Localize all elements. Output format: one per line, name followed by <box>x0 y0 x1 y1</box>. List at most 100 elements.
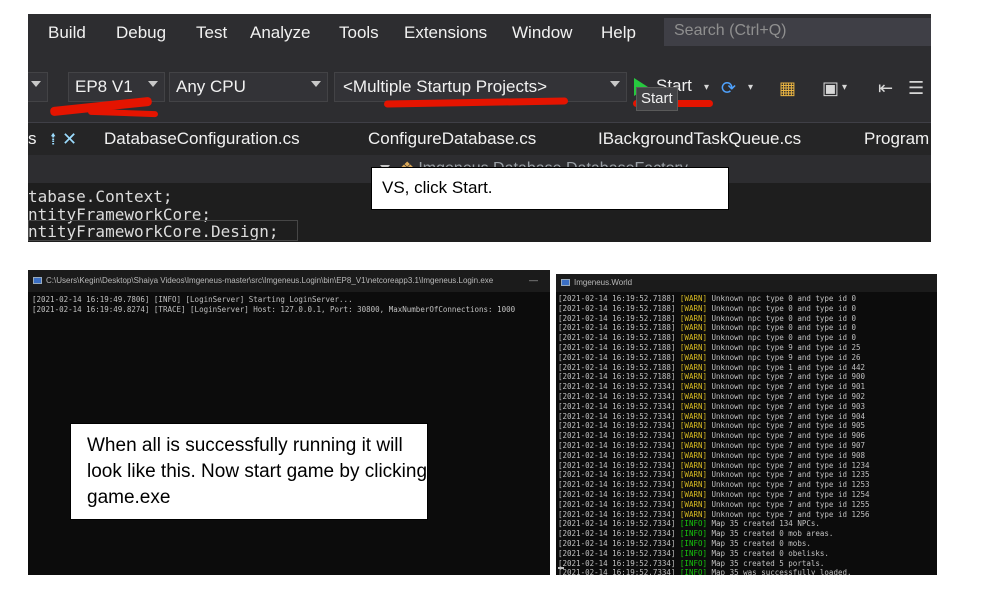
log-message: Unknown npc type 7 and type id 908 <box>711 450 866 460</box>
log-line: [2021-02-14 16:19:52.7334] [WARN] Unknow… <box>558 480 870 490</box>
log-message: Unknown npc type 7 and type id 1256 <box>711 509 870 519</box>
platform-dropdown[interactable]: Any CPU <box>169 72 328 102</box>
folder-icon[interactable]: ▦ <box>779 78 796 99</box>
log-timestamp: [2021-02-14 16:19:52.7334] <box>558 509 676 519</box>
log-line: [2021-02-14 16:19:52.7334] [WARN] Unknow… <box>558 470 870 480</box>
tab-databaseconfiguration[interactable]: DatabaseConfiguration.cs <box>104 129 300 149</box>
chevron-down-icon[interactable]: ▾ <box>704 82 709 93</box>
log-timestamp: [2021-02-14 16:19:52.7188] <box>558 323 676 333</box>
log-line: [2021-02-14 16:19:52.7188] [WARN] Unknow… <box>558 333 870 343</box>
menu-window[interactable]: Window <box>512 23 572 43</box>
log-level: [WARN] <box>679 499 708 509</box>
log-level: [INFO] <box>679 519 708 529</box>
current-line-highlight <box>28 220 298 241</box>
menu-debug[interactable]: Debug <box>116 23 166 43</box>
log-message: Unknown npc type 7 and type id 1235 <box>711 470 870 480</box>
configuration-value: EP8 V1 <box>75 77 133 96</box>
indent-icon[interactable]: ⇤ <box>878 78 893 99</box>
log-level: [INFO] <box>679 529 708 539</box>
minimize-icon[interactable]: — <box>529 275 538 285</box>
log-line: [2021-02-14 16:19:49.8274] [TRACE] [Logi… <box>32 304 516 314</box>
login-console-title: C:\Users\Kegin\Desktop\Shaiya Videos\Img… <box>46 276 494 285</box>
log-line: [2021-02-14 16:19:52.7334] [INFO] Map 35… <box>558 559 870 569</box>
startup-projects-dropdown[interactable]: <Multiple Startup Projects> <box>334 72 627 102</box>
menu-build[interactable]: Build <box>48 23 86 43</box>
log-message: Unknown npc type 7 and type id 906 <box>711 431 866 441</box>
log-message: Unknown npc type 0 and type id 0 <box>711 323 857 333</box>
log-level: [WARN] <box>679 489 708 499</box>
log-message: Unknown npc type 1 and type id 442 <box>711 362 866 372</box>
log-timestamp: [2021-02-14 16:19:52.7334] <box>558 489 676 499</box>
chevron-down-icon[interactable]: ▾ <box>748 82 753 93</box>
login-console-output: [2021-02-14 16:19:49.7806] [INFO] [Login… <box>32 295 515 315</box>
login-console-titlebar: C:\Users\Kegin\Desktop\Shaiya Videos\Img… <box>28 270 550 292</box>
search-placeholder: Search (Ctrl+Q) <box>674 22 787 39</box>
log-line: [2021-02-14 16:19:52.7334] [WARN] Unknow… <box>558 382 870 392</box>
log-level: [WARN] <box>679 401 708 411</box>
menu-bar: Build Debug Test Analyze Tools Extension… <box>28 14 931 52</box>
log-level: [WARN] <box>679 372 708 382</box>
chevron-down-icon[interactable]: ▾ <box>842 82 847 93</box>
log-line: [2021-02-14 16:19:52.7334] [WARN] Unknow… <box>558 490 870 500</box>
log-message: Unknown npc type 7 and type id 1234 <box>711 460 870 470</box>
log-line: [2021-02-14 16:19:52.7334] [WARN] Unknow… <box>558 392 870 402</box>
log-level: [INFO] <box>679 548 708 558</box>
log-line: [2021-02-14 16:19:52.7334] [INFO] Map 35… <box>558 539 870 549</box>
code-line-1: tabase.Context; <box>28 187 173 206</box>
menu-tools[interactable]: Tools <box>339 23 379 43</box>
previous-dropdown[interactable] <box>28 72 48 102</box>
log-timestamp: [2021-02-14 16:19:52.7334] <box>558 568 676 575</box>
log-timestamp: [2021-02-14 16:19:52.7334] <box>558 529 676 539</box>
menu-help[interactable]: Help <box>601 23 636 43</box>
log-line: [2021-02-14 16:19:52.7188] [WARN] Unknow… <box>558 314 870 324</box>
log-message: Map 35 created 134 NPCs. <box>711 519 820 529</box>
world-console-titlebar: Imgeneus.World <box>556 274 937 292</box>
log-line: [2021-02-14 16:19:52.7334] [WARN] Unknow… <box>558 441 870 451</box>
tab-configuredatabase[interactable]: ConfigureDatabase.cs <box>368 129 536 149</box>
search-input[interactable]: Search (Ctrl+Q) <box>664 18 931 46</box>
log-timestamp: [2021-02-14 16:19:52.7334] <box>558 519 676 529</box>
log-level: [WARN] <box>679 440 708 450</box>
log-message: Unknown npc type 7 and type id 1255 <box>711 499 870 509</box>
log-message: Unknown npc type 9 and type id 26 <box>711 352 861 362</box>
log-message: Unknown npc type 7 and type id 1253 <box>711 480 870 490</box>
window-icon[interactable]: ▣ <box>822 78 839 99</box>
log-message: Unknown npc type 0 and type id 0 <box>711 294 857 303</box>
log-level: [WARN] <box>679 411 708 421</box>
log-line: [2021-02-14 16:19:52.7334] [WARN] Unknow… <box>558 461 870 471</box>
menu-test[interactable]: Test <box>196 23 227 43</box>
log-level: [WARN] <box>679 303 708 313</box>
log-message: Unknown npc type 0 and type id 0 <box>711 333 857 343</box>
log-level: [WARN] <box>679 460 708 470</box>
log-timestamp: [2021-02-14 16:19:52.7188] <box>558 333 676 343</box>
chevron-down-icon <box>31 81 41 87</box>
log-line: [2021-02-14 16:19:52.7334] [INFO] Map 35… <box>558 529 870 539</box>
log-timestamp: [2021-02-14 16:19:52.7188] <box>558 362 676 372</box>
tab-prefix[interactable]: s <box>28 129 37 149</box>
format-icon[interactable]: ☰ <box>908 78 924 99</box>
menu-analyze[interactable]: Analyze <box>250 23 310 43</box>
log-line: [2021-02-14 16:19:52.7188] [WARN] Unknow… <box>558 372 870 382</box>
tab-ibackgroundtaskqueue[interactable]: IBackgroundTaskQueue.cs <box>598 129 801 149</box>
log-timestamp: [2021-02-14 16:19:52.7334] <box>558 440 676 450</box>
editor-tabs: s ⭫ ✕ DatabaseConfiguration.cs Configure… <box>28 123 931 155</box>
callout-running-text: When all is successfully running it will… <box>87 435 428 508</box>
chevron-down-icon <box>148 81 158 87</box>
log-timestamp: [2021-02-14 16:19:52.7188] <box>558 342 676 352</box>
log-timestamp: [2021-02-14 16:19:52.7334] <box>558 499 676 509</box>
restart-icon[interactable]: ⟳ <box>721 78 736 99</box>
platform-value: Any CPU <box>176 77 246 96</box>
startup-projects-value: <Multiple Startup Projects> <box>343 77 548 96</box>
log-timestamp: [2021-02-14 16:19:52.7334] <box>558 431 676 441</box>
world-console-title: Imgeneus.World <box>574 278 633 287</box>
log-message: Unknown npc type 7 and type id 903 <box>711 401 866 411</box>
log-line: [2021-02-14 16:19:52.7334] [WARN] Unknow… <box>558 412 870 422</box>
log-level: [WARN] <box>679 362 708 372</box>
log-line: [2021-02-14 16:19:52.7188] [WARN] Unknow… <box>558 363 870 373</box>
log-level: [WARN] <box>679 421 708 431</box>
pin-close-icon[interactable]: ⭫ ✕ <box>50 127 77 157</box>
menu-extensions[interactable]: Extensions <box>404 23 487 43</box>
log-line: [2021-02-14 16:19:52.7334] [WARN] Unknow… <box>558 431 870 441</box>
log-line: [2021-02-14 16:19:49.7806] [INFO] [Login… <box>32 295 353 304</box>
tab-program[interactable]: Program <box>864 129 929 149</box>
